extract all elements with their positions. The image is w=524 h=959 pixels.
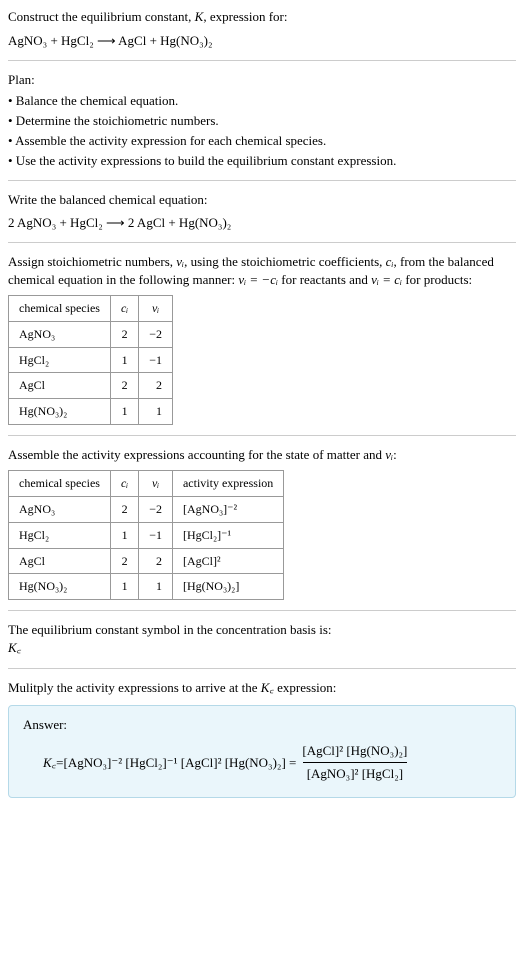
td-ci: 2: [110, 321, 138, 347]
stoich-table: chemical species cᵢ νᵢ AgNO₃ 2 −2 HgCl₂ …: [8, 295, 173, 425]
stoich-section: Assign stoichiometric numbers, νᵢ, using…: [8, 253, 516, 425]
plan-bullet: • Use the activity expressions to build …: [8, 152, 516, 170]
multiply-section: Mulitply the activity expressions to arr…: [8, 679, 516, 697]
activity-section: Assemble the activity expressions accoun…: [8, 446, 516, 600]
td-species: HgCl₂: [9, 522, 111, 548]
multiply-t2: expression:: [274, 680, 336, 695]
td-nu: 2: [139, 548, 173, 574]
answer-eq: =: [56, 754, 63, 772]
stoich-eq1: νᵢ = −cᵢ: [238, 272, 278, 287]
th-ci: cᵢ: [110, 296, 138, 322]
th-species: chemical species: [9, 296, 111, 322]
stoich-t4: for reactants and: [278, 272, 371, 287]
th-act: activity expression: [172, 471, 283, 497]
stoich-eq2: νᵢ = cᵢ: [371, 272, 402, 287]
td-nu: −1: [139, 522, 173, 548]
td-species: AgCl: [9, 548, 111, 574]
balanced-title: Write the balanced chemical equation:: [8, 191, 516, 209]
td-species: AgNO₃: [9, 321, 111, 347]
th-ci: cᵢ: [110, 471, 138, 497]
stoich-t1: Assign stoichiometric numbers,: [8, 254, 176, 269]
td-nu: −2: [139, 497, 173, 523]
multiply-kc: K꜀: [261, 680, 274, 695]
table-row: Hg(NO₃)₂ 1 1: [9, 399, 173, 425]
answer-kc: K꜀: [43, 754, 56, 772]
stoich-ci: cᵢ: [386, 254, 394, 269]
divider: [8, 668, 516, 669]
fraction-denominator: [AgNO₃]² [HgCl₂]: [303, 762, 407, 783]
initial-equation: AgNO₃ + HgCl₂ ⟶ AgCl + Hg(NO₃)₂: [8, 32, 516, 50]
td-act: [AgNO₃]⁻²: [172, 497, 283, 523]
table-header-row: chemical species cᵢ νᵢ: [9, 296, 173, 322]
th-nu: νᵢ: [139, 471, 173, 497]
activity-nu: νᵢ: [385, 447, 393, 462]
basis-section: The equilibrium constant symbol in the c…: [8, 621, 516, 657]
divider: [8, 610, 516, 611]
answer-terms: [AgNO₃]⁻² [HgCl₂]⁻¹ [AgCl]² [Hg(NO₃)₂] =: [64, 754, 297, 772]
stoich-text: Assign stoichiometric numbers, νᵢ, using…: [8, 253, 516, 289]
plan-bullet: • Balance the chemical equation.: [8, 92, 516, 110]
stoich-t2: , using the stoichiometric coefficients,: [184, 254, 386, 269]
plan-bullet: • Assemble the activity expression for e…: [8, 132, 516, 150]
plan-section: Plan: • Balance the chemical equation. •…: [8, 71, 516, 170]
answer-label: Answer:: [23, 716, 501, 734]
table-row: AgCl 2 2: [9, 373, 173, 399]
activity-t2: :: [393, 447, 397, 462]
table-row: Hg(NO₃)₂ 1 1 [Hg(NO₃)₂]: [9, 574, 284, 600]
td-species: AgCl: [9, 373, 111, 399]
basis-text: The equilibrium constant symbol in the c…: [8, 621, 516, 639]
td-nu: 1: [139, 399, 173, 425]
td-act: [Hg(NO₃)₂]: [172, 574, 283, 600]
td-species: Hg(NO₃)₂: [9, 574, 111, 600]
balanced-equation: 2 AgNO₃ + HgCl₂ ⟶ 2 AgCl + Hg(NO₃)₂: [8, 214, 516, 232]
td-ci: 2: [110, 373, 138, 399]
th-nu: νᵢ: [139, 296, 173, 322]
td-act: [AgCl]²: [172, 548, 283, 574]
plan-bullet: • Determine the stoichiometric numbers.: [8, 112, 516, 130]
td-ci: 2: [110, 548, 138, 574]
stoich-nu: νᵢ: [176, 254, 184, 269]
table-row: AgNO₃ 2 −2: [9, 321, 173, 347]
plan-title: Plan:: [8, 71, 516, 89]
table-header-row: chemical species cᵢ νᵢ activity expressi…: [9, 471, 284, 497]
divider: [8, 60, 516, 61]
prompt-suffix: , expression for:: [203, 9, 287, 24]
table-row: HgCl₂ 1 −1 [HgCl₂]⁻¹: [9, 522, 284, 548]
table-row: AgNO₃ 2 −2 [AgNO₃]⁻²: [9, 497, 284, 523]
activity-t1: Assemble the activity expressions accoun…: [8, 447, 385, 462]
stoich-t5: for products:: [402, 272, 472, 287]
fraction-numerator: [AgCl]² [Hg(NO₃)₂]: [298, 742, 411, 762]
divider: [8, 180, 516, 181]
td-nu: 2: [139, 373, 173, 399]
td-species: HgCl₂: [9, 347, 111, 373]
answer-fraction: [AgCl]² [Hg(NO₃)₂] [AgNO₃]² [HgCl₂]: [298, 742, 411, 783]
divider: [8, 435, 516, 436]
table-row: HgCl₂ 1 −1: [9, 347, 173, 373]
table-row: AgCl 2 2 [AgCl]²: [9, 548, 284, 574]
td-ci: 2: [110, 497, 138, 523]
td-ci: 1: [110, 574, 138, 600]
th-species: chemical species: [9, 471, 111, 497]
td-nu: −2: [139, 321, 173, 347]
balanced-section: Write the balanced chemical equation: 2 …: [8, 191, 516, 231]
td-nu: 1: [139, 574, 173, 600]
answer-expression: K꜀ = [AgNO₃]⁻² [HgCl₂]⁻¹ [AgCl]² [Hg(NO₃…: [23, 742, 501, 783]
multiply-t1: Mulitply the activity expressions to arr…: [8, 680, 261, 695]
td-species: Hg(NO₃)₂: [9, 399, 111, 425]
td-ci: 1: [110, 522, 138, 548]
td-species: AgNO₃: [9, 497, 111, 523]
activity-table: chemical species cᵢ νᵢ activity expressi…: [8, 470, 284, 600]
td-nu: −1: [139, 347, 173, 373]
prompt-prefix: Construct the equilibrium constant,: [8, 9, 195, 24]
answer-box: Answer: K꜀ = [AgNO₃]⁻² [HgCl₂]⁻¹ [AgCl]²…: [8, 705, 516, 799]
td-ci: 1: [110, 399, 138, 425]
td-ci: 1: [110, 347, 138, 373]
td-act: [HgCl₂]⁻¹: [172, 522, 283, 548]
divider: [8, 242, 516, 243]
prompt-section: Construct the equilibrium constant, K, e…: [8, 8, 516, 26]
basis-symbol: K꜀: [8, 639, 516, 657]
activity-title: Assemble the activity expressions accoun…: [8, 446, 516, 464]
